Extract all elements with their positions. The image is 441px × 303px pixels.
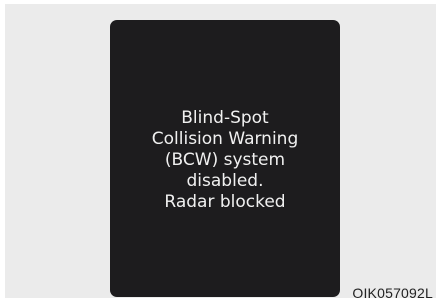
message-line-5: Radar blocked [164,192,286,212]
message-line-1: Blind-Spot [181,108,269,128]
message-line-2: Collision Warning [151,129,299,149]
message-line-4: disabled. [186,171,264,191]
cluster-display-screen: Blind-Spot Collision Warning (BCW) syste… [110,20,340,297]
figure-background: Blind-Spot Collision Warning (BCW) syste… [5,4,436,301]
figure-code: OIK057092L [352,285,433,301]
message-line-3: (BCW) system [164,150,286,170]
warning-message: Blind-Spot Collision Warning (BCW) syste… [152,108,299,213]
